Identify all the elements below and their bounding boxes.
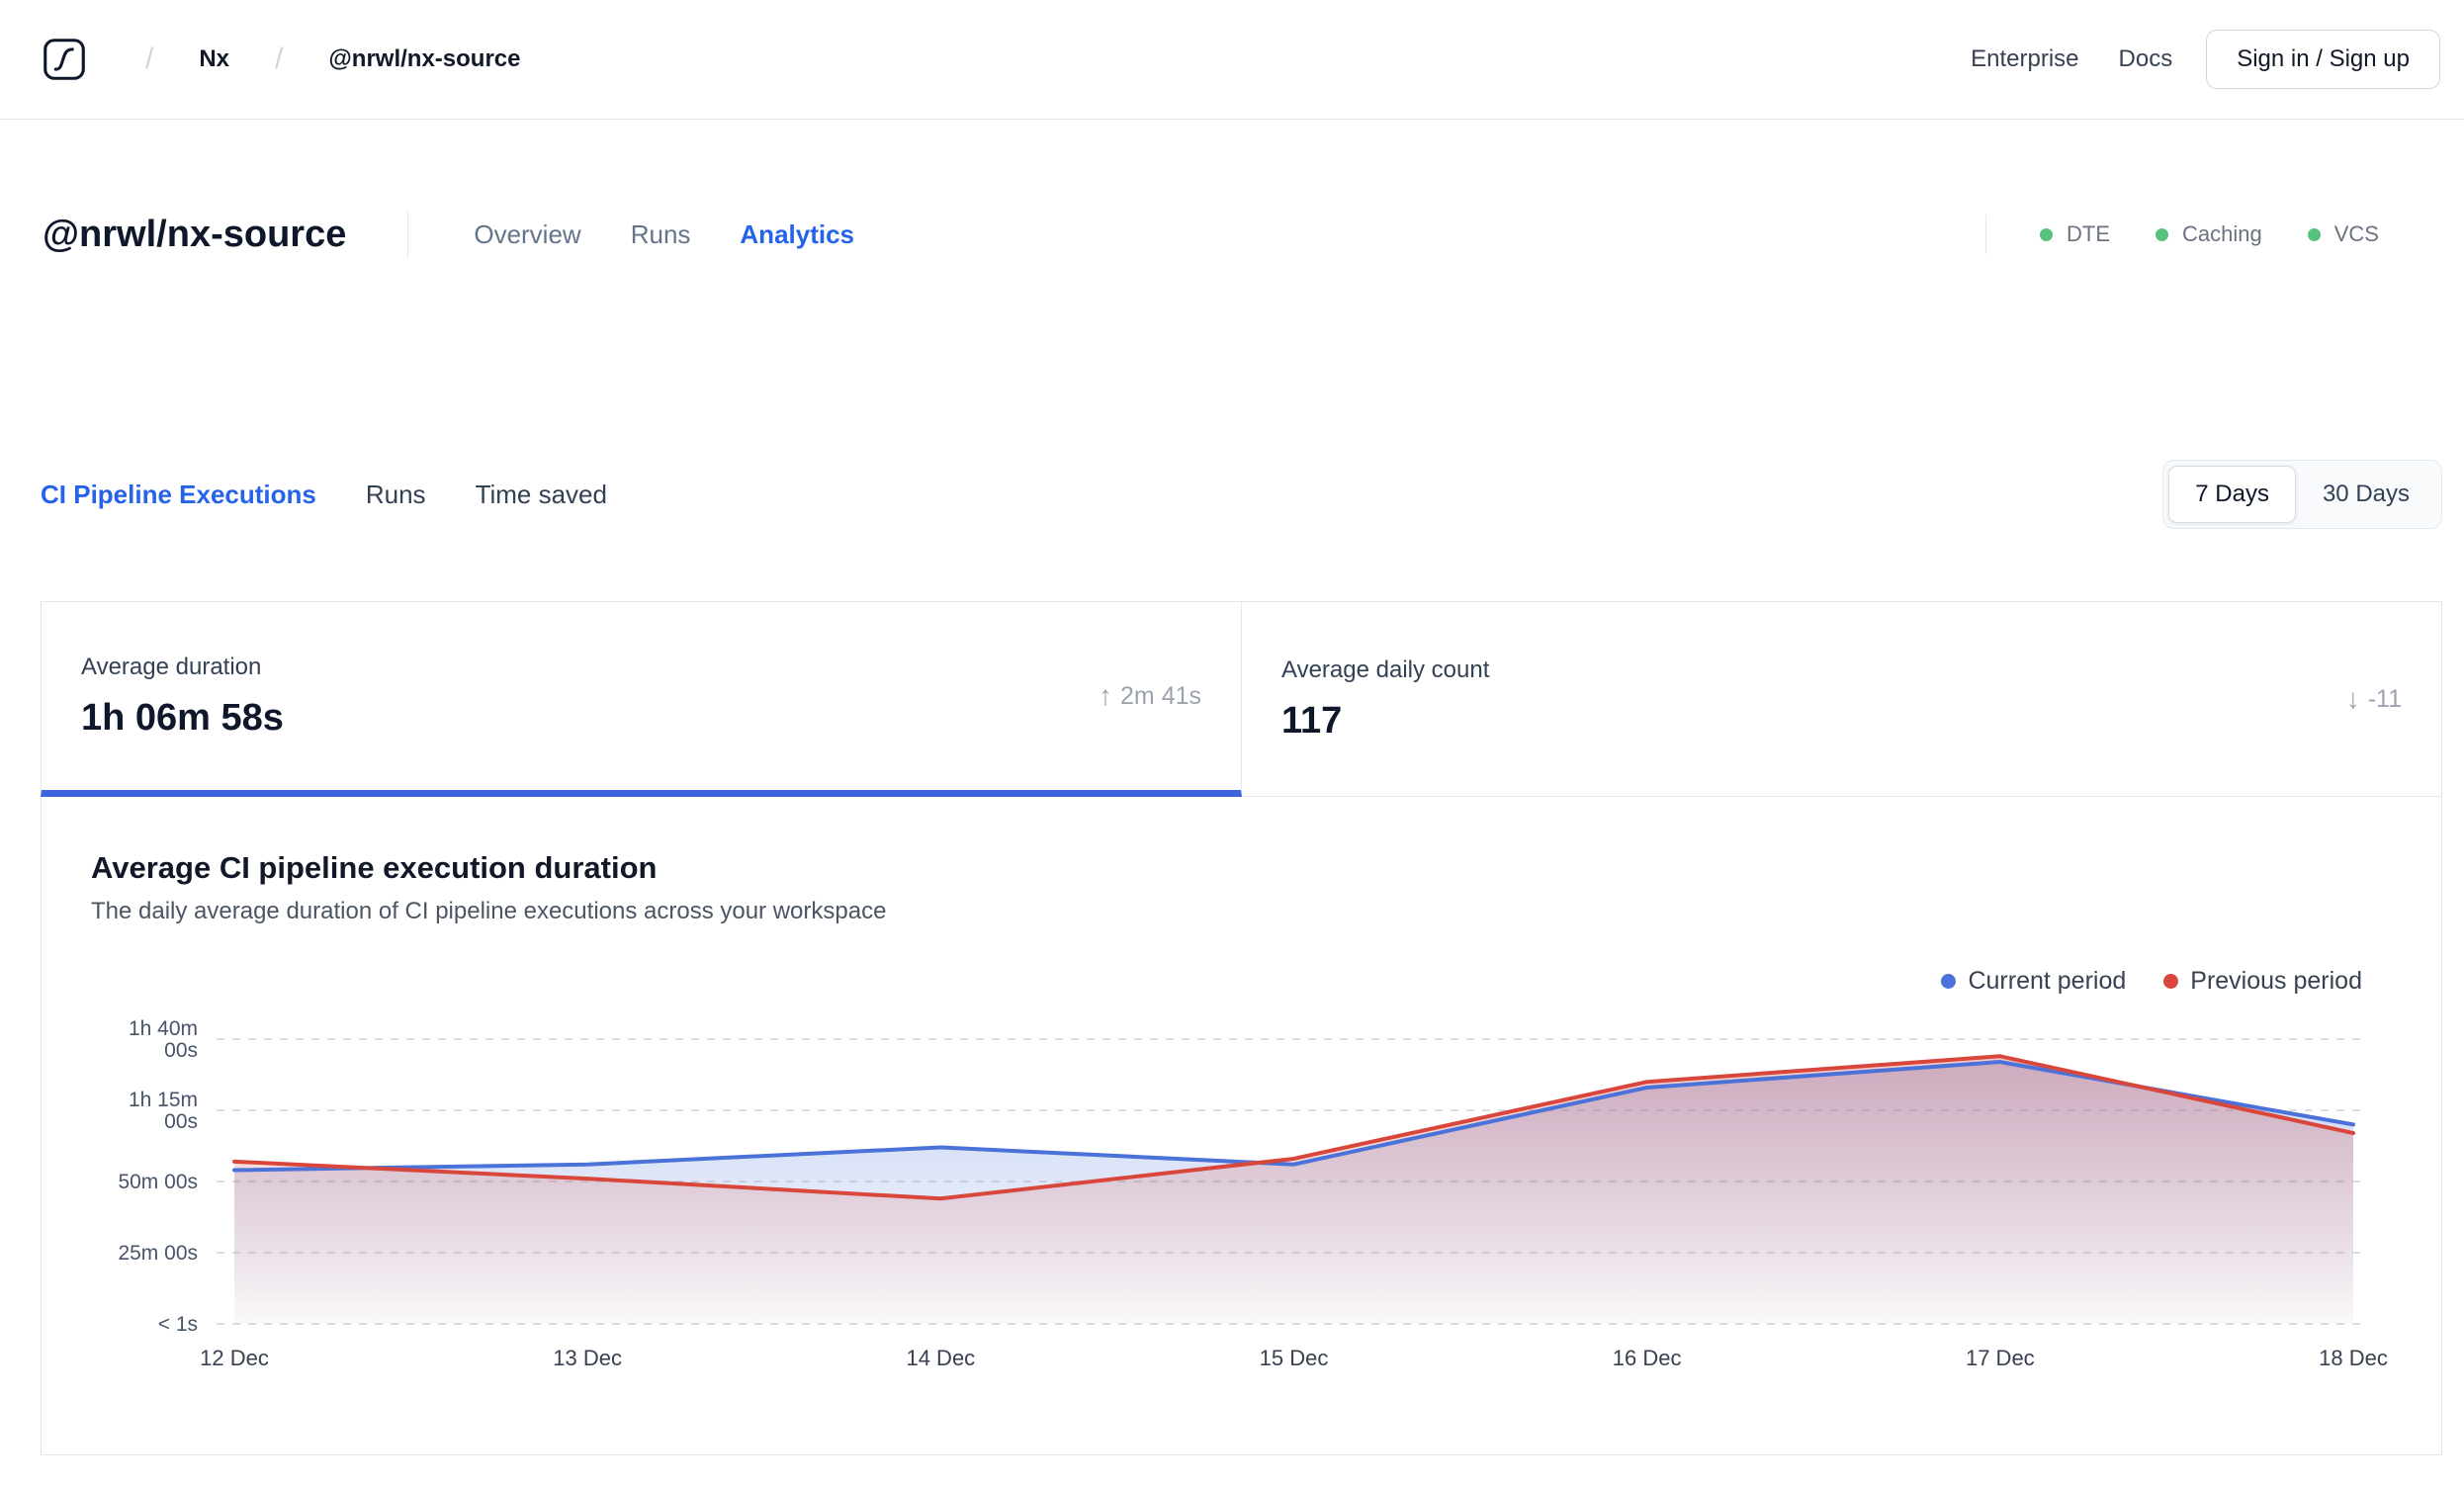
tab-time-saved[interactable]: Time saved	[476, 480, 607, 510]
legend-label: Previous period	[2190, 967, 2362, 995]
status-label: DTE	[2067, 221, 2111, 246]
legend-dot-current-icon	[1941, 974, 1957, 989]
stat-label: Average duration	[81, 653, 262, 680]
svg-text:13 Dec: 13 Dec	[553, 1346, 622, 1370]
arrow-up-icon: ↑	[1099, 680, 1113, 711]
legend-dot-previous-icon	[2163, 974, 2179, 989]
status-caching: Caching	[2156, 221, 2262, 247]
vertical-divider	[407, 211, 409, 258]
tab-analytics[interactable]: Analytics	[740, 219, 854, 250]
chart-header: Average CI pipeline execution duration T…	[42, 797, 2441, 996]
status-label: Caching	[2182, 221, 2262, 246]
status-dot-icon	[2156, 227, 2169, 241]
svg-text:1h 40m00s: 1h 40m 00s	[129, 1017, 198, 1062]
stat-card-average-duration[interactable]: Average duration 1h 06m 58s ↑ 2m 41s	[41, 601, 1242, 797]
workspace-title: @nrwl/nx-source	[43, 213, 347, 255]
chart-card: Average CI pipeline execution duration T…	[41, 797, 2442, 1455]
nx-logo-icon	[44, 39, 85, 80]
stat-cards-row: Average duration 1h 06m 58s ↑ 2m 41s Ave…	[41, 601, 2442, 797]
status-dot-icon	[2040, 227, 2054, 241]
workspace-tabs: Overview Runs Analytics	[474, 219, 854, 250]
duration-line-chart: 1h 40m 00s 1h 15m 00s 50m 00s 25m 00s < 1s12 D…	[118, 1017, 2388, 1370]
arrow-down-icon: ↓	[2345, 683, 2360, 714]
svg-text:50m 00s: 50m 00s	[118, 1171, 198, 1193]
date-range-toggle: 7 Days 30 Days	[2162, 460, 2442, 529]
stat-delta-value: -11	[2367, 684, 2402, 713]
stat-card-content: Average duration 1h 06m 58s	[81, 654, 284, 740]
svg-text:17 Dec: 17 Dec	[1966, 1346, 2035, 1370]
legend-previous-period[interactable]: Previous period	[2163, 967, 2362, 996]
breadcrumb-separator: /	[145, 43, 154, 75]
stat-value: 1h 06m 58s	[81, 696, 284, 739]
docs-link[interactable]: Docs	[2119, 45, 2173, 73]
stat-value: 117	[1281, 699, 1343, 742]
legend-current-period[interactable]: Current period	[1941, 967, 2126, 996]
status-dte: DTE	[2040, 221, 2110, 247]
stats-chart-panel: Average duration 1h 06m 58s ↑ 2m 41s Ave…	[41, 601, 2442, 1455]
breadcrumb-separator: /	[275, 43, 284, 75]
tab-overview[interactable]: Overview	[474, 219, 580, 250]
stat-card-content: Average daily count 117	[1281, 656, 1489, 743]
tab-ci-pipeline-executions[interactable]: CI Pipeline Executions	[41, 480, 316, 510]
status-label: VCS	[2333, 221, 2379, 246]
enterprise-link[interactable]: Enterprise	[1971, 45, 2078, 73]
status-dot-icon	[2307, 227, 2321, 241]
vertical-divider	[1985, 215, 1987, 254]
svg-text:15 Dec: 15 Dec	[1260, 1346, 1329, 1370]
sign-in-button[interactable]: Sign in / Sign up	[2206, 30, 2440, 89]
top-navbar: / Nx / @nrwl/nx-source Enterprise Docs S…	[0, 0, 2464, 120]
breadcrumb-repo[interactable]: @nrwl/nx-source	[328, 45, 520, 73]
nx-logo[interactable]	[43, 38, 86, 81]
svg-text:18 Dec: 18 Dec	[2319, 1346, 2388, 1370]
legend-label: Current period	[1968, 967, 2127, 995]
range-7-days-button[interactable]: 7 Days	[2168, 466, 2296, 523]
breadcrumb-org[interactable]: Nx	[199, 45, 229, 73]
analytics-tabs: CI Pipeline Executions Runs Time saved	[41, 480, 607, 510]
chart-subtitle: The daily average duration of CI pipelin…	[91, 898, 887, 924]
status-vcs: VCS	[2307, 221, 2379, 247]
svg-text:14 Dec: 14 Dec	[906, 1346, 975, 1370]
stat-card-average-daily-count[interactable]: Average daily count 117 ↓ -11	[1242, 601, 2442, 797]
chart-legend: Current period Previous period	[91, 967, 2362, 996]
tab-analytics-runs[interactable]: Runs	[366, 480, 426, 510]
svg-text:< 1s: < 1s	[158, 1313, 198, 1336]
stat-delta: ↓ -11	[2346, 685, 2402, 714]
workspace-status-indicators: DTE Caching VCS	[2040, 221, 2379, 247]
svg-text:12 Dec: 12 Dec	[200, 1346, 269, 1370]
stat-label: Average daily count	[1281, 656, 1490, 683]
range-30-days-button[interactable]: 30 Days	[2296, 466, 2436, 523]
svg-text:16 Dec: 16 Dec	[1613, 1346, 1682, 1370]
tab-runs[interactable]: Runs	[631, 219, 691, 250]
workspace-header: @nrwl/nx-source Overview Runs Analytics …	[43, 203, 2442, 266]
svg-text:25m 00s: 25m 00s	[118, 1242, 198, 1265]
chart-title: Average CI pipeline execution duration	[91, 850, 658, 885]
svg-text:1h 15m00s: 1h 15m 00s	[129, 1089, 198, 1133]
stat-delta: ↑ 2m 41s	[1099, 682, 1201, 711]
analytics-tab-row: CI Pipeline Executions Runs Time saved 7…	[41, 460, 2442, 529]
stat-delta-value: 2m 41s	[1120, 681, 1201, 710]
